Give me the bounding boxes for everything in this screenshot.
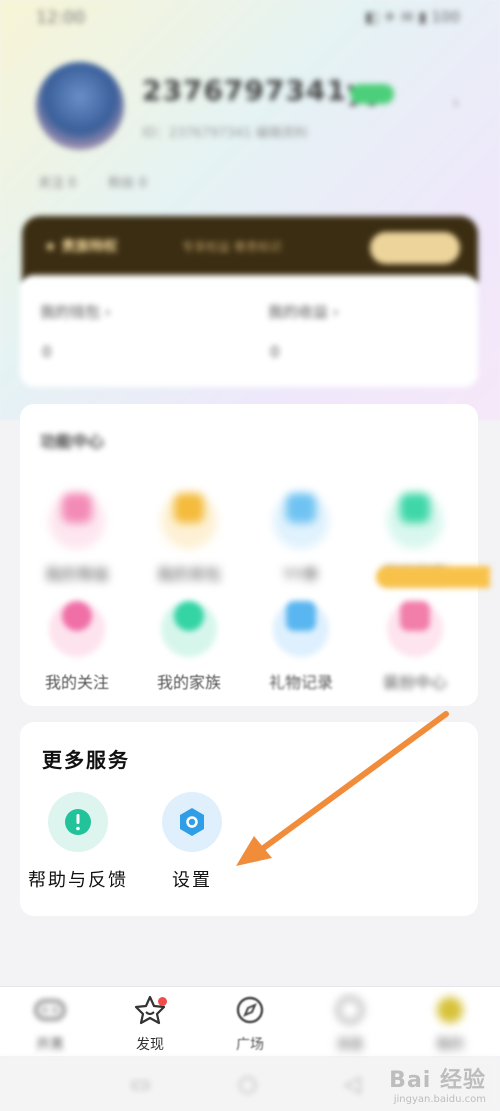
earnings-item[interactable]: 我的收益 › [268, 301, 339, 322]
more-services-title: 更多服务 [42, 748, 130, 772]
feature-center-card: 功能中心 我的等级 我的背包 YY券 我的勋章 我的关注 我的家族 礼物记录 装… [20, 404, 478, 706]
tab-messages[interactable]: 消息 [315, 995, 385, 1054]
tab-discover[interactable]: 发现 [115, 995, 185, 1054]
status-time: 12:00 [36, 8, 85, 28]
tab-label: 开黑 [36, 1037, 64, 1053]
level-icon [49, 493, 105, 549]
medal-icon [387, 493, 443, 549]
chevron-right-icon[interactable]: › [452, 90, 460, 114]
settings-icon [162, 792, 222, 852]
feature-center-title: 功能中心 [40, 432, 105, 451]
grid-label: 我的家族 [156, 673, 221, 692]
banner-title: ★ 贵族特权 [44, 239, 118, 255]
grid-item-follow[interactable]: 我的关注 [22, 588, 132, 693]
profile-stats: 关注 0 粉丝 0 [38, 172, 175, 191]
settings-label: 设置 [172, 870, 212, 891]
tab-label: 广场 [236, 1037, 264, 1053]
avatar[interactable] [36, 62, 124, 150]
username: 2376797341yy [142, 74, 386, 107]
wallet-label: 我的钱包 [40, 303, 101, 321]
backpack-icon [161, 493, 217, 549]
settings-button[interactable]: 设置 [132, 792, 252, 892]
earnings-label: 我的收益 [268, 303, 329, 321]
wallet-item[interactable]: 我的钱包 › [40, 301, 111, 322]
bottom-tab-bar: 开黑 发现 广场 消息 我的 [0, 986, 500, 1056]
grid-item-gift-record[interactable]: 礼物记录 [246, 588, 356, 693]
more-services-card: 更多服务 帮助与反馈 设置 [20, 722, 478, 916]
banner-button[interactable] [370, 232, 460, 264]
tab-kaihei[interactable]: 开黑 [15, 995, 85, 1054]
grid-item-backpack[interactable]: 我的背包 [134, 480, 244, 585]
grid-label: YY券 [283, 565, 319, 584]
help-icon [48, 792, 108, 852]
watermark: Bai 经验 jingyan.baidu.com [389, 1068, 486, 1105]
wallet-value: 0 [42, 343, 52, 361]
tab-label: 发现 [136, 1037, 164, 1053]
star-face-icon [115, 995, 185, 1032]
grid-label: 礼物记录 [268, 673, 333, 692]
tab-label: 我的 [436, 1037, 464, 1053]
grid-item-coupon[interactable]: YY券 [246, 480, 356, 585]
profile-header[interactable]: 2376797341yy ID：2376797341 编辑资料 › 关注 0 粉… [0, 50, 500, 210]
gamepad-icon [15, 995, 85, 1032]
notification-dot [158, 997, 167, 1006]
wallet-card: 我的钱包 › 0 我的收益 › 0 [20, 275, 478, 387]
earnings-value: 0 [270, 343, 280, 361]
compass-icon [215, 995, 285, 1032]
tab-square[interactable]: 广场 [215, 995, 285, 1054]
help-feedback-button[interactable]: 帮助与反馈 [18, 792, 138, 892]
grid-item-level[interactable]: 我的等级 [22, 480, 132, 585]
dressup-icon [387, 601, 443, 657]
status-bar: 12:00 ◧ ✈ ✉ ▮ 100 [0, 0, 500, 38]
tab-label: 消息 [336, 1037, 364, 1053]
grid-label: 我的关注 [44, 673, 109, 692]
banner-subtitle: 专享权益 尊贵标识 [182, 240, 282, 254]
vip-badge [350, 84, 394, 104]
grid-label: 我的等级 [44, 565, 109, 584]
fans-count[interactable]: 粉丝 0 [109, 176, 147, 191]
coupon-icon [273, 493, 329, 549]
grid-item-dressup[interactable]: 装扮中心 [360, 588, 470, 693]
tab-me[interactable]: 我的 [415, 995, 485, 1054]
grid-label: 我的背包 [156, 565, 221, 584]
gift-icon [273, 601, 329, 657]
me-avatar-icon [415, 995, 485, 1032]
follow-count[interactable]: 关注 0 [38, 176, 76, 191]
help-feedback-label: 帮助与反馈 [28, 870, 128, 891]
profile-subtitle: ID：2376797341 编辑资料 [142, 126, 308, 141]
home-icon[interactable]: ○ [238, 1072, 257, 1097]
back-icon[interactable]: ◁ [344, 1072, 361, 1097]
message-icon [315, 995, 385, 1032]
grid-label: 装扮中心 [382, 673, 447, 692]
recent-apps-icon[interactable]: ▭ [130, 1072, 151, 1097]
status-icons: ◧ ✈ ✉ ▮ 100 [364, 8, 460, 26]
promo-tag [376, 566, 490, 588]
grid-item-family[interactable]: 我的家族 [134, 588, 244, 693]
heart-icon [49, 601, 105, 657]
noble-banner[interactable]: ★ 贵族特权 专享权益 尊贵标识 [22, 216, 478, 282]
chat-bubble-icon [161, 601, 217, 657]
